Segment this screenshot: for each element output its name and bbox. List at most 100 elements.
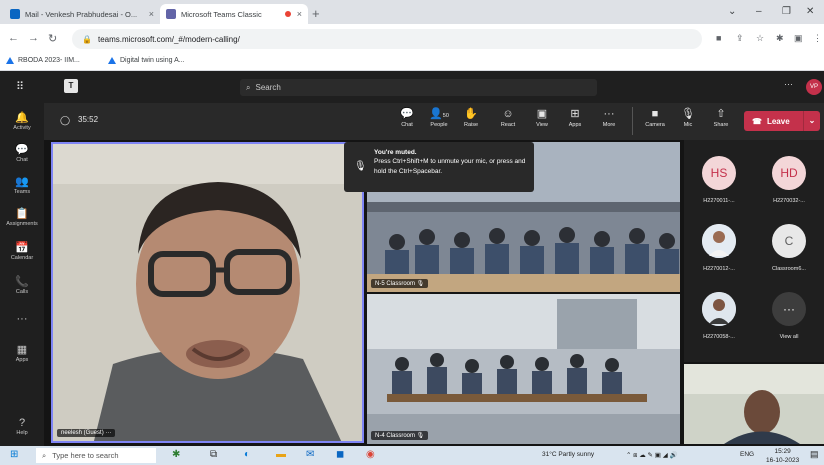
camera-icon: ■ xyxy=(651,108,659,120)
control-label: Share xyxy=(713,122,729,128)
more-icon: ··· xyxy=(16,313,28,325)
leave-label: Leave xyxy=(766,116,790,126)
search-icon: ⌕ xyxy=(42,450,47,460)
react-icon: ☺ xyxy=(502,108,514,120)
chat-button[interactable]: 💬 Chat xyxy=(393,106,421,128)
classroom-video xyxy=(367,294,680,444)
rail-item-help[interactable]: ? Help xyxy=(0,417,44,436)
reload-icon[interactable]: ↻ xyxy=(48,32,57,45)
video-tile-speaker[interactable]: neelesh (Guest) ··· xyxy=(51,142,364,443)
file-explorer-icon[interactable]: ▬ xyxy=(276,449,286,460)
rail-label: Apps xyxy=(15,357,29,363)
taskbar-search-input[interactable]: ⌕ Type here to search xyxy=(36,448,156,463)
bookmark-item[interactable]: Digital twin using A... xyxy=(108,57,185,64)
rail-item-apps[interactable]: ▦ Apps xyxy=(0,343,44,363)
rail-item-teams[interactable]: 👥 Teams xyxy=(0,175,44,195)
share-button[interactable]: ⇧ Share xyxy=(707,106,735,128)
camera-permission-icon[interactable]: ■ xyxy=(716,33,721,43)
edge-icon[interactable]: ◐ xyxy=(244,449,250,460)
speaker-video xyxy=(53,144,362,441)
close-tab-icon[interactable]: × xyxy=(297,9,302,19)
tab-mail[interactable]: Mail - Venkesh Prabhudesai - O... × xyxy=(4,4,160,24)
more-options-button[interactable]: ··· xyxy=(784,79,793,89)
forward-icon[interactable]: → xyxy=(28,32,39,44)
search-input[interactable]: ⌕ Search xyxy=(240,79,597,96)
camera-button[interactable]: ■ Camera xyxy=(641,106,669,128)
task-view-icon[interactable]: ⧉ xyxy=(210,449,217,460)
hand-icon: ✋ xyxy=(464,108,478,120)
participant-tile[interactable]: H2270012-... xyxy=(684,224,754,272)
clock-date: 16-10-2023 xyxy=(766,457,800,464)
extensions-icon[interactable]: ✱ xyxy=(776,33,784,44)
more-button[interactable]: ··· More xyxy=(595,106,623,128)
rail-item-calls[interactable]: 📞 Calls xyxy=(0,275,44,295)
bookmark-item[interactable]: RBODA 2023- IIM... xyxy=(6,57,80,64)
chevron-down-icon[interactable]: ⌄ xyxy=(803,111,820,131)
mail-icon[interactable]: ✉ xyxy=(306,449,314,460)
app-launcher-icon[interactable]: ⠿ xyxy=(16,80,24,93)
avatar[interactable]: VP xyxy=(806,79,822,95)
control-label: Chat xyxy=(401,122,413,128)
minimize-button[interactable]: – xyxy=(756,6,762,17)
raise-hand-button[interactable]: ✋ Raise xyxy=(457,106,485,128)
toolbar-divider xyxy=(632,107,633,135)
chat-icon: 💬 xyxy=(15,144,29,156)
rail-item-chat[interactable]: 💬 Chat xyxy=(0,143,44,163)
mic-button[interactable]: 🎙 Mic xyxy=(674,106,702,128)
participant-tile[interactable]: HD H2270032-... xyxy=(754,156,824,204)
maximize-button[interactable]: ❐ xyxy=(782,6,791,17)
video-tile-room-2[interactable]: N-4 Classroom 🎙 xyxy=(367,294,680,444)
person-photo xyxy=(702,292,736,326)
view-all-button[interactable]: ··· View all xyxy=(754,292,824,340)
back-icon[interactable]: ← xyxy=(8,32,19,44)
participant-video xyxy=(684,364,824,444)
more-icon: ··· xyxy=(603,108,615,120)
clock-time: 15:29 xyxy=(774,448,791,455)
react-button[interactable]: ☺ React xyxy=(494,106,522,128)
language-indicator[interactable]: ENG xyxy=(740,451,754,458)
leave-button[interactable]: ☎ Leave ⌄ xyxy=(744,111,820,131)
participant-name: H2270058-... xyxy=(703,334,735,340)
clock[interactable]: 15:29 16-10-2023 xyxy=(766,447,799,465)
people-count-badge: 50 xyxy=(442,113,449,119)
control-label: People xyxy=(430,122,448,128)
address-bar-row: ← → ↻ 🔒 teams.microsoft.com/_#/modern-ca… xyxy=(0,24,824,54)
participant-name: H2270032-... xyxy=(773,198,805,204)
participant-gallery: HS H2270011-... HD H2270032-... H2270012… xyxy=(684,140,824,362)
phone-hangup-icon: ☎ xyxy=(752,116,762,126)
close-window-button[interactable]: ✕ xyxy=(806,6,814,17)
tab-teams[interactable]: Microsoft Teams Classic × xyxy=(160,4,308,24)
muted-notification: 🎙 You're muted. Press Ctrl+Shift+M to un… xyxy=(344,142,534,192)
close-tab-icon[interactable]: × xyxy=(149,9,154,19)
rail-item-assignments[interactable]: 📋 Assignments xyxy=(0,207,44,227)
participant-tile[interactable]: H2270058-... xyxy=(684,292,754,340)
system-tray-icons[interactable]: ⌃ ⧈ ☁ ✎ ▣ ◢ 🔊 xyxy=(626,451,678,460)
share-icon[interactable]: ⇪ xyxy=(736,33,744,44)
notifications-icon[interactable]: ▤ xyxy=(810,449,819,460)
outlook-icon xyxy=(10,9,20,19)
rail-label: Activity xyxy=(13,125,31,131)
windows-start-icon[interactable]: ⊞ xyxy=(10,449,18,460)
chrome-icon[interactable]: ◉ xyxy=(366,449,375,460)
profile-icon[interactable]: ▣ xyxy=(794,33,803,44)
participant-tile[interactable]: C Classroom6... xyxy=(754,224,824,272)
new-tab-button[interactable]: + xyxy=(312,6,320,21)
rail-item-activity[interactable]: 🔔 Activity xyxy=(0,111,44,131)
participant-tile[interactable]: HS H2270011-... xyxy=(684,156,754,204)
menu-icon[interactable]: ⋮ xyxy=(813,33,822,44)
control-label: Apps xyxy=(568,122,582,128)
view-button[interactable]: ▣ View xyxy=(528,106,556,128)
store-icon[interactable]: ◼ xyxy=(336,449,344,460)
app-icon[interactable]: ✱ xyxy=(172,449,180,460)
tab-search-icon[interactable]: ⌄ xyxy=(728,6,736,17)
people-button[interactable]: 👤50 People xyxy=(425,106,453,128)
participant-name: N-4 Classroom xyxy=(375,433,416,439)
url-input[interactable]: 🔒 teams.microsoft.com/_#/modern-calling/ xyxy=(72,29,702,49)
meeting-toolbar: ◯ 35:52 💬 Chat 👤50 People ✋ Raise ☺ React ▣ V… xyxy=(44,103,824,140)
star-icon[interactable]: ☆ xyxy=(756,33,764,44)
apps-button[interactable]: ⊞ Apps xyxy=(561,106,589,128)
weather-status[interactable]: 31°C Partly sunny xyxy=(542,451,594,458)
rail-item-calendar[interactable]: 📅 Calendar xyxy=(0,241,44,261)
video-tile-participant[interactable] xyxy=(684,364,824,444)
rail-item-more[interactable]: ··· xyxy=(0,313,44,326)
